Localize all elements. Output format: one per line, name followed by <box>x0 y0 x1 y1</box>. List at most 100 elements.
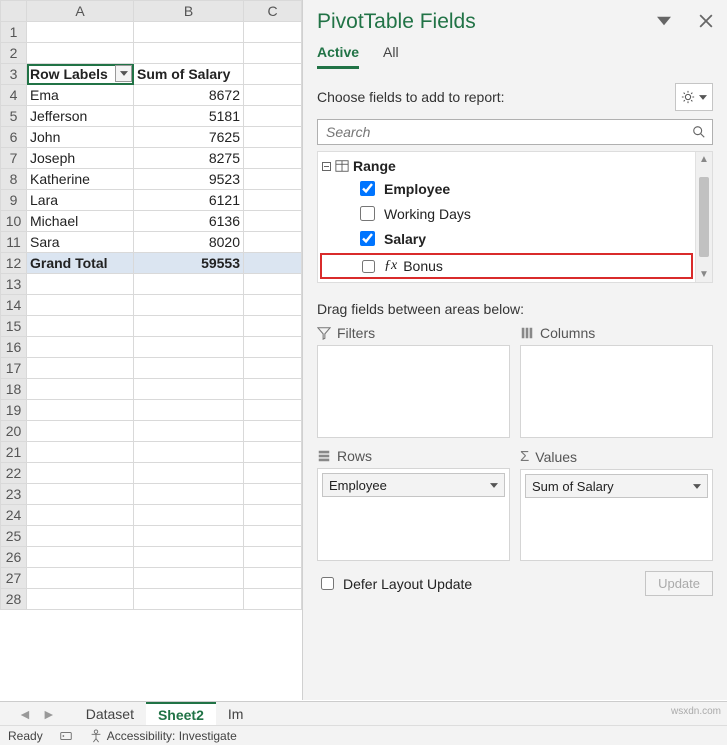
row-header[interactable]: 6 <box>1 127 27 148</box>
area-rows[interactable]: Rows Employee <box>317 448 510 561</box>
cell[interactable]: 6136 <box>134 211 244 232</box>
field-salary-checkbox[interactable] <box>360 231 375 246</box>
row-header[interactable]: 10 <box>1 211 27 232</box>
row-header[interactable]: 5 <box>1 106 27 127</box>
col-header-b[interactable]: B <box>134 1 244 22</box>
row-header[interactable]: 7 <box>1 148 27 169</box>
value-field-chip[interactable]: Sum of Salary <box>525 474 708 498</box>
cell[interactable]: Lara <box>27 190 134 211</box>
field-employee-checkbox[interactable] <box>360 181 375 196</box>
row-header[interactable]: 27 <box>1 568 27 589</box>
cell-text: Row Labels <box>30 66 108 82</box>
accessibility-icon[interactable] <box>89 729 103 743</box>
cell-grand-total-value[interactable]: 59553 <box>134 253 244 274</box>
row-header[interactable]: 25 <box>1 526 27 547</box>
row-header[interactable]: 23 <box>1 484 27 505</box>
area-values-label: Values <box>535 449 577 465</box>
filter-dropdown-button[interactable] <box>115 65 132 82</box>
sigma-icon: Σ <box>520 448 529 465</box>
col-header-a[interactable]: A <box>27 1 134 22</box>
field-bonus-checkbox[interactable] <box>362 260 375 273</box>
row-header[interactable]: 18 <box>1 379 27 400</box>
row-header[interactable]: 11 <box>1 232 27 253</box>
cell[interactable]: 6121 <box>134 190 244 211</box>
row-header[interactable]: 17 <box>1 358 27 379</box>
search-input-container[interactable] <box>317 119 713 145</box>
cell[interactable]: Ema <box>27 85 134 106</box>
area-columns[interactable]: Columns <box>520 325 713 438</box>
row-header[interactable]: 20 <box>1 421 27 442</box>
field-working-days-checkbox[interactable] <box>360 206 375 221</box>
field-salary[interactable]: Salary <box>320 226 693 251</box>
status-accessibility: Accessibility: Investigate <box>107 729 237 743</box>
cell[interactable]: Joseph <box>27 148 134 169</box>
filter-icon <box>317 326 331 340</box>
row-header[interactable]: 26 <box>1 547 27 568</box>
tools-button[interactable] <box>675 83 713 111</box>
cell[interactable]: 9523 <box>134 169 244 190</box>
chevron-down-icon <box>490 483 498 488</box>
scroll-thumb[interactable] <box>699 177 709 257</box>
collapse-icon <box>322 162 331 171</box>
cell-sum-header[interactable]: Sum of Salary <box>134 64 244 85</box>
cell-row-labels-header[interactable]: Row Labels <box>27 64 134 85</box>
drag-areas-label: Drag fields between areas below: <box>303 283 727 325</box>
cell[interactable]: Sara <box>27 232 134 253</box>
row-header[interactable]: 19 <box>1 400 27 421</box>
cell[interactable]: 8020 <box>134 232 244 253</box>
row-field-chip[interactable]: Employee <box>322 473 505 497</box>
sheet-nav-next-icon[interactable]: ► <box>42 706 56 722</box>
col-header-c[interactable]: C <box>244 1 302 22</box>
row-header[interactable]: 13 <box>1 274 27 295</box>
macro-record-icon[interactable] <box>59 729 73 743</box>
area-filters[interactable]: Filters <box>317 325 510 438</box>
cell[interactable]: 8672 <box>134 85 244 106</box>
cell[interactable]: Michael <box>27 211 134 232</box>
select-all-corner[interactable] <box>1 1 27 22</box>
chevron-down-icon <box>699 95 707 100</box>
search-input[interactable] <box>324 123 692 141</box>
field-employee[interactable]: Employee <box>320 176 693 201</box>
row-header[interactable]: 14 <box>1 295 27 316</box>
row-header[interactable]: 15 <box>1 316 27 337</box>
field-list-scrollbar[interactable]: ▲ ▼ <box>695 152 712 282</box>
row-header[interactable]: 9 <box>1 190 27 211</box>
cell[interactable]: 7625 <box>134 127 244 148</box>
sheet-tab-dataset[interactable]: Dataset <box>74 703 146 725</box>
close-icon[interactable] <box>699 14 713 31</box>
scroll-up-icon[interactable]: ▲ <box>699 154 709 165</box>
row-header[interactable]: 8 <box>1 169 27 190</box>
row-header[interactable]: 4 <box>1 85 27 106</box>
field-bonus-highlight[interactable]: ƒx Bonus <box>320 253 693 279</box>
cell[interactable]: 8275 <box>134 148 244 169</box>
cell-grand-total-label[interactable]: Grand Total <box>27 253 134 274</box>
tree-root-range[interactable]: Range <box>320 156 693 176</box>
row-header[interactable]: 2 <box>1 43 27 64</box>
sheet-nav-prev-icon[interactable]: ◄ <box>18 706 32 722</box>
defer-layout-checkbox[interactable] <box>321 577 334 590</box>
sheet-tab-sheet2[interactable]: Sheet2 <box>146 702 216 726</box>
row-header[interactable]: 16 <box>1 337 27 358</box>
cell[interactable]: John <box>27 127 134 148</box>
row-header[interactable]: 3 <box>1 64 27 85</box>
pane-options-dropdown-icon[interactable] <box>657 14 671 31</box>
update-button[interactable]: Update <box>645 571 713 596</box>
cell[interactable]: Jefferson <box>27 106 134 127</box>
tab-all[interactable]: All <box>383 44 399 69</box>
status-bar: Ready Accessibility: Investigate <box>0 725 727 745</box>
row-header[interactable]: 1 <box>1 22 27 43</box>
row-header[interactable]: 21 <box>1 442 27 463</box>
tab-active[interactable]: Active <box>317 44 359 69</box>
spreadsheet-grid[interactable]: A B C 1 2 3 Row Labels Sum of Salary 4Em… <box>0 0 302 700</box>
cell[interactable]: Katherine <box>27 169 134 190</box>
sheet-tab-im[interactable]: Im <box>216 703 256 725</box>
cell[interactable]: 5181 <box>134 106 244 127</box>
row-header[interactable]: 22 <box>1 463 27 484</box>
row-header[interactable]: 28 <box>1 589 27 610</box>
scroll-down-icon[interactable]: ▼ <box>699 269 709 280</box>
row-header[interactable]: 12 <box>1 253 27 274</box>
area-values[interactable]: Σ Values Sum of Salary <box>520 448 713 561</box>
row-header[interactable]: 24 <box>1 505 27 526</box>
defer-layout-checkbox-container[interactable]: Defer Layout Update <box>317 574 472 593</box>
field-working-days[interactable]: Working Days <box>320 201 693 226</box>
